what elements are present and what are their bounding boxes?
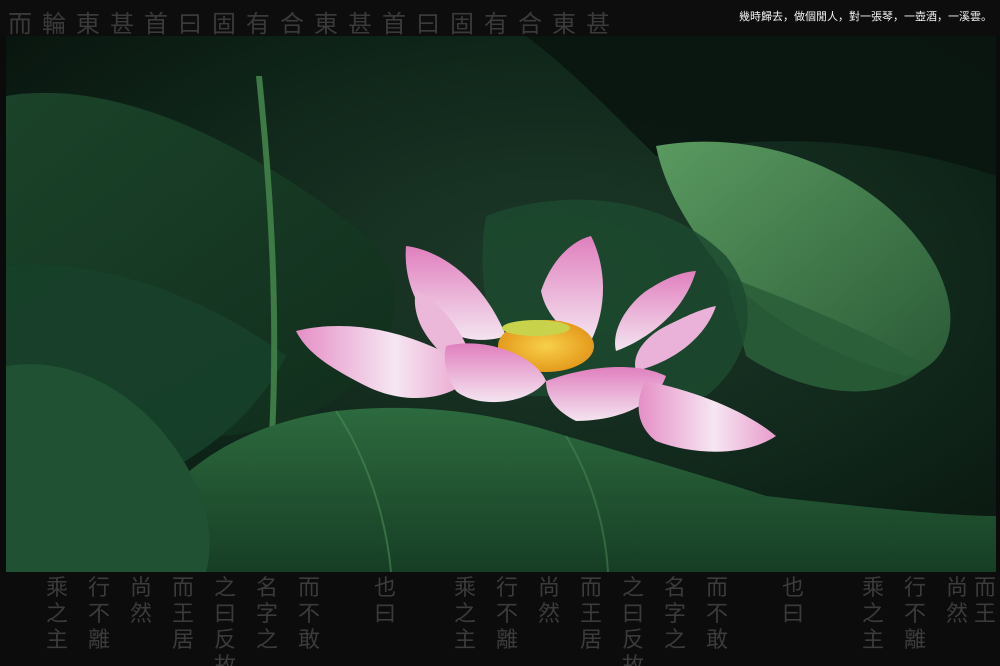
- calligraphy-column: 乘之主: [453, 576, 476, 653]
- calligraphy-column: 而不敢: [705, 576, 728, 653]
- calligraphy-column: 行不離: [903, 576, 926, 653]
- calligraphy-column: 尚然: [537, 576, 560, 627]
- lotus-illustration: [6, 36, 996, 572]
- lotus-photo: [6, 36, 996, 572]
- calligraphy-column: 行不離: [87, 576, 110, 653]
- top-calligraphy-band: 而輪東甚首曰固有合東甚首曰固有合東甚 幾時歸去，做個閒人，對一張琴，一壺酒，一溪…: [0, 0, 1000, 36]
- poem-caption: 幾時歸去，做個閒人，對一張琴，一壺酒，一溪雲。: [739, 10, 992, 23]
- calligraphy-column: 乘之主: [861, 576, 884, 653]
- calligraphy-column: 名字之: [663, 576, 686, 653]
- frame: 而輪東甚首曰固有合東甚首曰固有合東甚 幾時歸去，做個閒人，對一張琴，一壺酒，一溪…: [0, 0, 1000, 666]
- calligraphy-column: 名字之: [255, 576, 278, 653]
- calligraphy-column: 尚然: [945, 576, 968, 627]
- calligraphy-column: 行不離: [495, 576, 518, 653]
- calligraphy-column: 也曰: [373, 576, 396, 627]
- bottom-calligraphy-band: 乘之主 行不離 尚然 而王居 之曰反故 名字之 而不敢 也曰 乘之主 行不離 尚…: [0, 572, 1000, 666]
- calligraphy-column: 尚然: [129, 576, 152, 627]
- calligraphy-column: 而不敢: [297, 576, 320, 653]
- calligraphy-column: 而王居: [171, 576, 194, 653]
- calligraphy-column: 之曰反故: [621, 576, 644, 666]
- calligraphy-column: 乘之主: [45, 576, 68, 653]
- top-calligraphy-text: 而輪東甚首曰固有合東甚首曰固有合東甚: [8, 10, 620, 36]
- calligraphy-column: 之曰反故: [213, 576, 236, 666]
- calligraphy-column: 也曰: [781, 576, 804, 627]
- calligraphy-column: 而王: [973, 576, 996, 627]
- calligraphy-column: 而王居: [579, 576, 602, 653]
